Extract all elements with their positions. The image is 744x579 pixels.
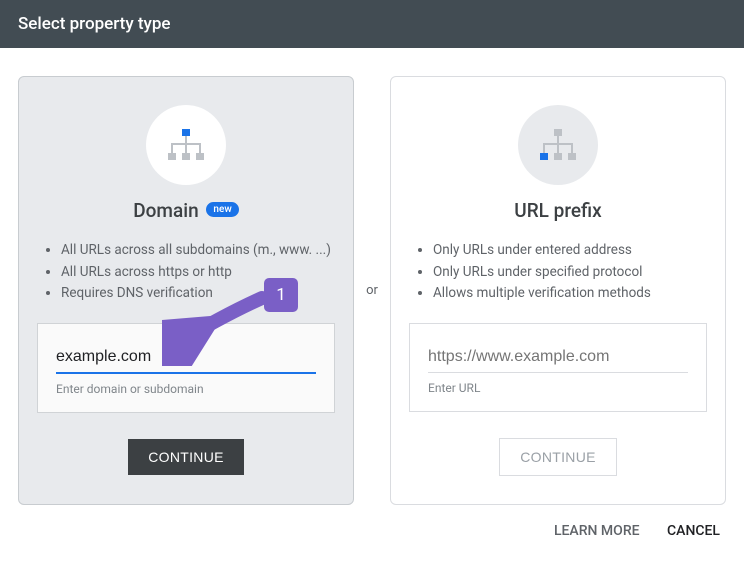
domain-features: All URLs across all subdomains (m., www.… [31,240,341,305]
domain-input-hint: Enter domain or subdomain [56,382,316,396]
domain-card-title: Domain new [31,199,341,222]
list-item: All URLs across https or http [61,262,341,284]
domain-input[interactable] [56,344,316,374]
dialog-footer: LEARN MORE CANCEL [0,515,744,539]
domain-continue-button[interactable]: CONTINUE [128,439,244,475]
list-item: Only URLs under specified protocol [433,262,713,284]
url-prefix-card[interactable]: URL prefix Only URLs under entered addre… [390,76,726,505]
url-input[interactable] [428,344,688,373]
url-card-title: URL prefix [403,199,713,222]
url-features: Only URLs under entered address Only URL… [403,240,713,305]
list-item: Requires DNS verification [61,283,341,305]
dialog-title: Select property type [18,14,171,34]
url-input-hint: Enter URL [428,381,688,395]
url-input-container: Enter URL [409,323,707,412]
sitemap-icon [146,105,226,185]
sitemap-icon [518,105,598,185]
list-item: All URLs across all subdomains (m., www.… [61,240,341,262]
list-item: Allows multiple verification methods [433,283,713,305]
domain-input-container: Enter domain or subdomain [37,323,335,413]
list-item: Only URLs under entered address [433,240,713,262]
new-badge: new [206,202,238,217]
or-separator: or [354,76,390,505]
dialog-header: Select property type [0,0,744,48]
domain-card[interactable]: Domain new All URLs across all subdomain… [18,76,354,505]
learn-more-button[interactable]: LEARN MORE [554,523,640,539]
dialog-body: Domain new All URLs across all subdomain… [0,48,744,515]
url-continue-button[interactable]: CONTINUE [499,438,617,476]
cancel-button[interactable]: CANCEL [667,523,720,539]
